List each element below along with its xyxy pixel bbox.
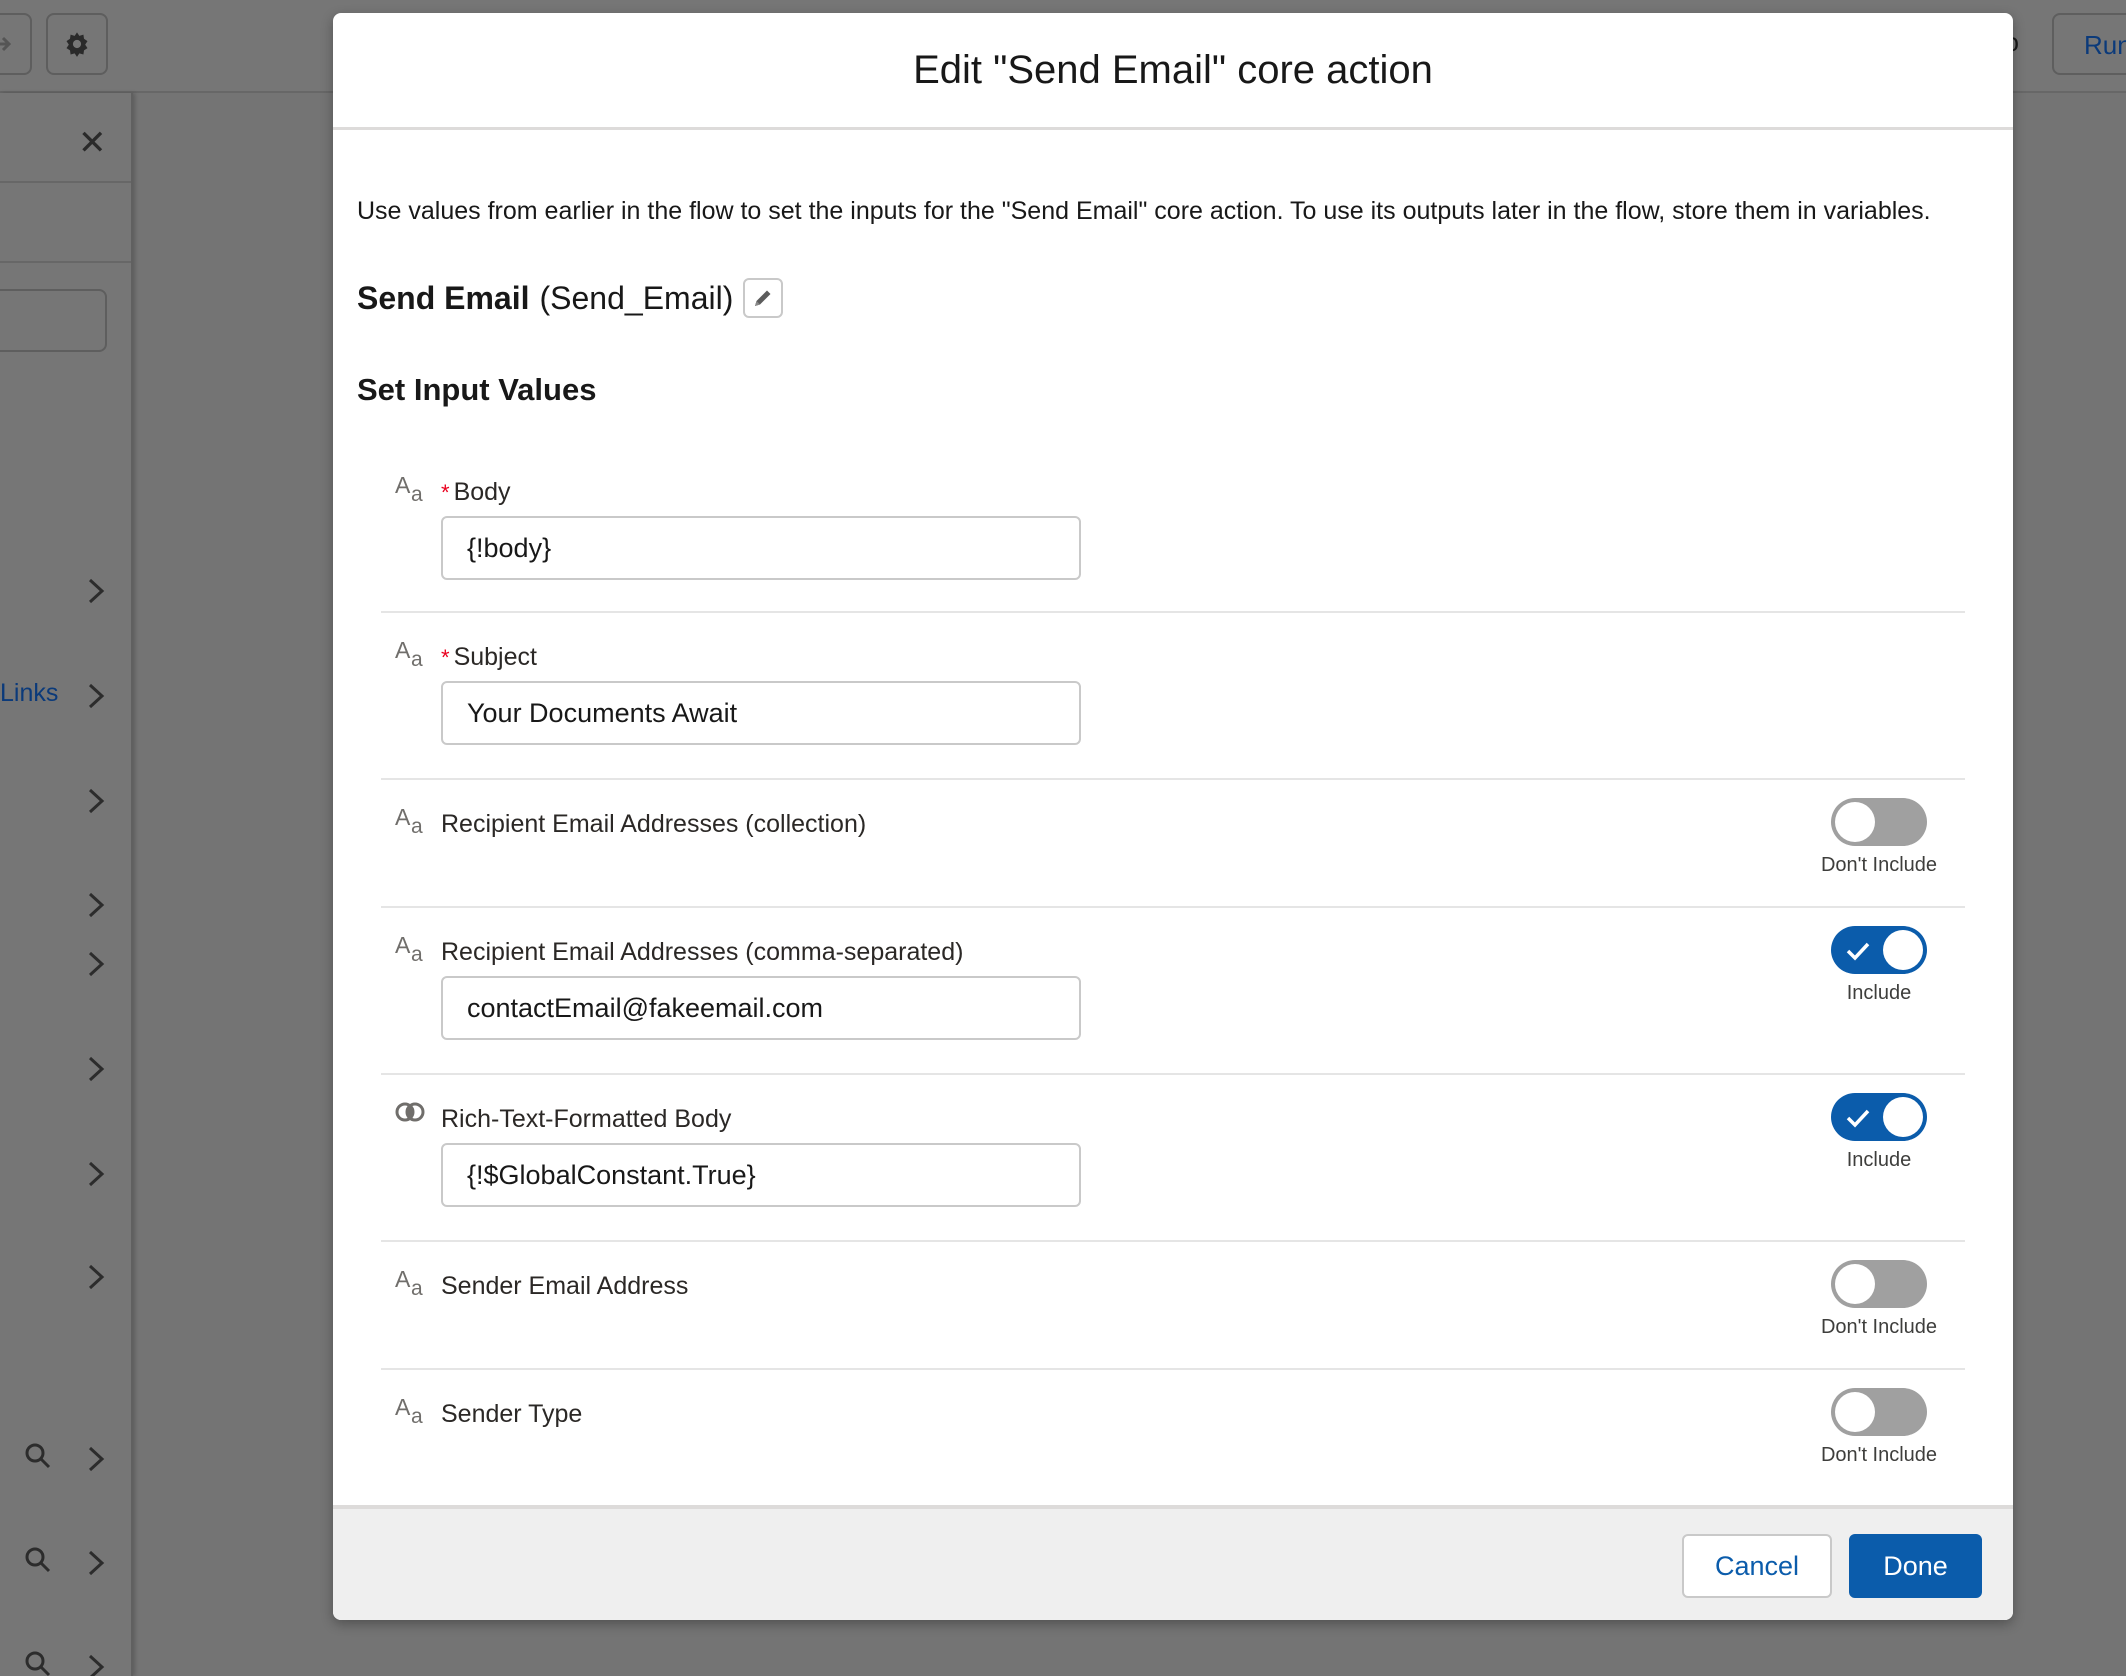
toggle-switch[interactable] (1831, 1260, 1927, 1308)
search-icon[interactable] (24, 1442, 52, 1470)
toggle-label: Include (1846, 982, 1912, 1004)
chevron-right-icon[interactable] (86, 786, 108, 816)
chevron-right-icon[interactable] (86, 681, 108, 711)
chevron-right-icon[interactable] (86, 890, 108, 920)
chevron-right-icon[interactable] (86, 1444, 108, 1474)
chevron-right-icon[interactable] (86, 949, 108, 979)
toggle-label: Don't Include (1820, 1444, 1938, 1466)
chevron-right-icon[interactable] (86, 1054, 108, 1084)
cancel-button[interactable]: Cancel (1682, 1534, 1832, 1598)
close-icon[interactable]: ✕ (78, 123, 107, 163)
required-marker: * (441, 645, 450, 670)
sidebar-link[interactable]: Links (0, 679, 58, 708)
toggle-switch[interactable] (1831, 1388, 1927, 1436)
action-name: Send Email (Send_Email) (357, 278, 784, 318)
field-row-subject: Aa * Subject (381, 615, 1965, 780)
sidebar-search-input[interactable] (0, 289, 107, 352)
toggle-switch[interactable] (1831, 798, 1927, 846)
run-button[interactable]: Run (2052, 13, 2126, 75)
field-label-rich-text: Rich-Text-Formatted Body (441, 1105, 732, 1133)
search-icon[interactable] (24, 1650, 52, 1676)
toggle-switch[interactable] (1831, 926, 1927, 974)
sidebar-subheader (0, 183, 131, 263)
toggle-knob (1835, 1264, 1875, 1304)
settings-button[interactable] (46, 13, 108, 75)
include-toggle-recipient-comma[interactable]: Include (1809, 926, 1949, 1005)
field-row-sender-type: Aa Sender Type Don't Include (381, 1372, 1965, 1498)
modal-title: Edit "Send Email" core action (913, 47, 1433, 92)
field-label-subject: * Subject (441, 643, 537, 671)
text-type-icon: Aa (395, 932, 423, 966)
section-title: Set Input Values (357, 372, 597, 407)
search-icon[interactable] (24, 1546, 52, 1574)
toolbox-sidebar: ✕ Links (0, 93, 133, 1676)
action-api-name: (Send_Email) (539, 279, 734, 316)
check-icon (1846, 942, 1870, 961)
include-toggle-rich-text[interactable]: Include (1809, 1093, 1949, 1172)
chevron-right-icon[interactable] (86, 1159, 108, 1189)
action-label: Send Email (357, 279, 530, 316)
toggle-knob (1883, 930, 1923, 970)
field-row-body: Aa * Body (381, 470, 1965, 613)
pencil-icon (755, 290, 771, 306)
toggle-label: Don't Include (1820, 1316, 1938, 1338)
toggle-switch[interactable] (1831, 1093, 1927, 1141)
field-label-sender-type: Sender Type (441, 1400, 583, 1428)
include-toggle-recipient-collection[interactable]: Don't Include (1809, 798, 1949, 877)
toggle-knob (1883, 1097, 1923, 1137)
field-row-recipient-collection: Aa Recipient Email Addresses (collection… (381, 782, 1965, 908)
gear-icon (66, 32, 88, 57)
toggle-knob (1835, 1392, 1875, 1432)
field-label-sender-email: Sender Email Address (441, 1272, 689, 1300)
toggle-knob (1835, 802, 1875, 842)
field-label-recipient-collection: Recipient Email Addresses (collection) (441, 810, 867, 838)
subject-input[interactable] (441, 681, 1081, 745)
boolean-type-icon (395, 1101, 425, 1131)
text-type-icon: Aa (395, 804, 423, 838)
toggle-label: Include (1846, 1149, 1912, 1171)
chevron-right-icon[interactable] (86, 576, 108, 606)
field-label-body: * Body (441, 478, 511, 506)
text-type-icon: Aa (395, 1266, 423, 1300)
arrow-right-icon (0, 36, 12, 52)
done-button[interactable]: Done (1849, 1534, 1982, 1598)
recipient-emails-input[interactable] (441, 976, 1081, 1040)
edit-action-button[interactable] (743, 278, 784, 318)
required-marker: * (441, 480, 450, 505)
intro-text: Use values from earlier in the flow to s… (357, 197, 1931, 225)
field-row-sender-email: Aa Sender Email Address Don't Include (381, 1244, 1965, 1370)
chevron-right-icon[interactable] (86, 1548, 108, 1578)
include-toggle-sender-email[interactable]: Don't Include (1809, 1260, 1949, 1339)
chevron-right-icon[interactable] (86, 1652, 108, 1676)
text-type-icon: Aa (395, 472, 423, 506)
sidebar-header: ✕ (0, 93, 131, 183)
edit-action-modal: Edit "Send Email" core action Use values… (333, 13, 2013, 1620)
body-input[interactable] (441, 516, 1081, 580)
rich-text-input[interactable] (441, 1143, 1081, 1207)
field-label-recipient-comma: Recipient Email Addresses (comma-separat… (441, 938, 964, 966)
toggle-label: Don't Include (1820, 854, 1938, 876)
text-type-icon: Aa (395, 637, 423, 671)
modal-header: Edit "Send Email" core action (333, 13, 2013, 130)
modal-footer: Cancel Done (333, 1505, 2013, 1620)
include-toggle-sender-type[interactable]: Don't Include (1809, 1388, 1949, 1467)
check-icon (1846, 1109, 1870, 1128)
field-row-rich-text: Rich-Text-Formatted Body Include (381, 1077, 1965, 1242)
chevron-right-icon[interactable] (86, 1262, 108, 1292)
modal-body: Use values from earlier in the flow to s… (333, 130, 2013, 1505)
field-row-recipient-comma: Aa Recipient Email Addresses (comma-sepa… (381, 910, 1965, 1075)
text-type-icon: Aa (395, 1394, 423, 1428)
toolbar-button-partial[interactable] (0, 13, 32, 75)
